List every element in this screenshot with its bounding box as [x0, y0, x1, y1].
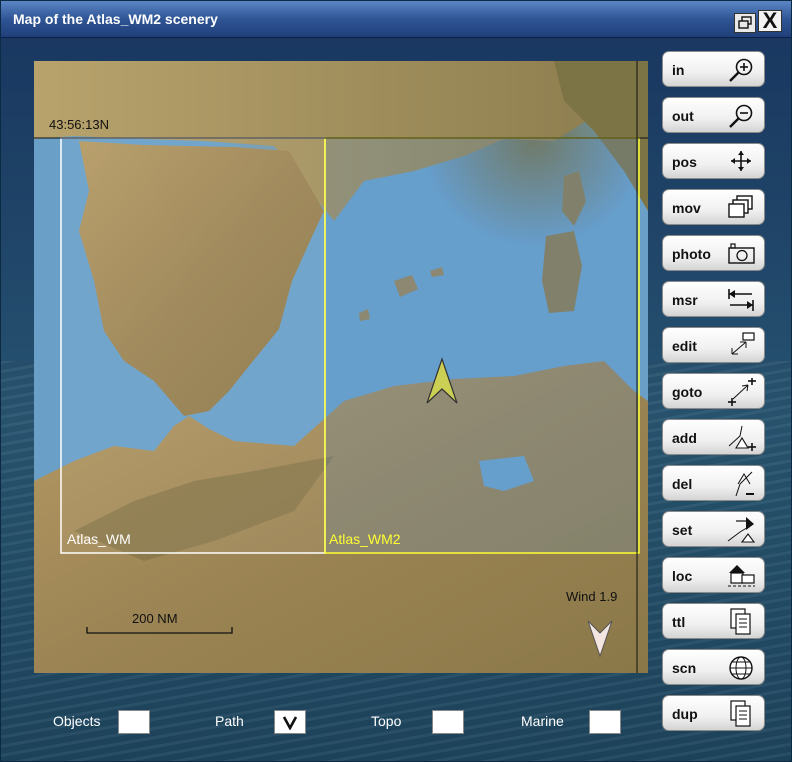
tool-label: del: [672, 476, 693, 492]
globe-icon: [729, 656, 753, 680]
restore-button[interactable]: [734, 13, 756, 33]
map-canvas: [34, 61, 648, 673]
wind-readout: Wind 1.9: [566, 589, 618, 604]
edit-resize-icon: [731, 332, 755, 355]
add-point-icon: [728, 425, 756, 451]
tool-label: out: [672, 108, 694, 124]
stacked-windows-icon: [728, 195, 753, 218]
goto-button[interactable]: goto: [662, 373, 765, 409]
tool-label: edit: [672, 338, 697, 354]
photo-button[interactable]: photo: [662, 235, 765, 271]
latitude-readout: 43:56:13N: [49, 117, 109, 132]
document-stack-icon: [730, 608, 751, 635]
tool-label: loc: [672, 568, 693, 584]
objects-label: Objects: [53, 713, 101, 729]
tool-label: set: [672, 522, 693, 538]
tool-label: dup: [672, 706, 698, 722]
close-button[interactable]: X: [758, 10, 782, 32]
move-button[interactable]: mov: [662, 189, 765, 225]
measure-arrows-icon: [728, 289, 754, 311]
region-label-atlas-wm2: Atlas_WM2: [329, 531, 401, 547]
position-button[interactable]: pos: [662, 143, 765, 179]
title-bar[interactable]: Map of the Atlas_WM2 scenery X: [1, 1, 791, 38]
scenery-button[interactable]: scn: [662, 649, 765, 685]
window-title: Map of the Atlas_WM2 scenery: [13, 11, 218, 27]
tool-label: goto: [672, 384, 703, 400]
checkmark-icon: [282, 716, 298, 730]
restore-window-icon: [738, 16, 752, 29]
region-atlas-wm2[interactable]: [324, 137, 640, 554]
measure-button[interactable]: msr: [662, 281, 765, 317]
tool-label: msr: [672, 292, 698, 308]
location-house-icon: [728, 565, 755, 587]
set-point-icon: [727, 517, 756, 543]
tool-label: in: [672, 62, 685, 78]
tool-label: mov: [672, 200, 701, 216]
marine-checkbox[interactable]: [589, 710, 621, 734]
zoom-out-icon: [729, 104, 753, 128]
duplicate-document-icon: [730, 700, 751, 727]
topo-label: Topo: [371, 713, 402, 729]
objects-checkbox[interactable]: [118, 710, 150, 734]
zoom-in-icon: [729, 58, 753, 82]
tool-label: ttl: [672, 614, 686, 630]
delete-point-icon: [735, 471, 754, 497]
tool-label: add: [672, 430, 697, 446]
path-checkbox[interactable]: [274, 710, 306, 734]
title-button[interactable]: ttl: [662, 603, 765, 639]
duplicate-button[interactable]: dup: [662, 695, 765, 731]
scale-label: 200 NM: [132, 611, 178, 626]
marine-label: Marine: [521, 713, 564, 729]
topo-checkbox[interactable]: [432, 710, 464, 734]
path-label: Path: [215, 713, 244, 729]
region-atlas-wm[interactable]: [60, 137, 326, 554]
camera-icon: [728, 243, 755, 264]
map-view[interactable]: 43:56:13N Atlas_WM Atlas_WM2 Wind 1.9 20…: [34, 61, 648, 673]
tool-label: scn: [672, 660, 697, 676]
tool-label: photo: [672, 246, 711, 262]
add-button[interactable]: add: [662, 419, 765, 455]
tool-label: pos: [672, 154, 697, 170]
map-window: Map of the Atlas_WM2 scenery X 43:56:13N…: [0, 0, 792, 762]
zoom-out-button[interactable]: out: [662, 97, 765, 133]
zoom-in-button[interactable]: in: [662, 51, 765, 87]
goto-arrow-icon: [728, 378, 756, 406]
set-button[interactable]: set: [662, 511, 765, 547]
edit-button[interactable]: edit: [662, 327, 765, 363]
layer-options: Objects Path Topo Marine: [1, 701, 661, 741]
location-button[interactable]: loc: [662, 557, 765, 593]
region-label-atlas-wm: Atlas_WM: [67, 531, 131, 547]
delete-button[interactable]: del: [662, 465, 765, 501]
move-arrows-icon: [731, 151, 751, 171]
